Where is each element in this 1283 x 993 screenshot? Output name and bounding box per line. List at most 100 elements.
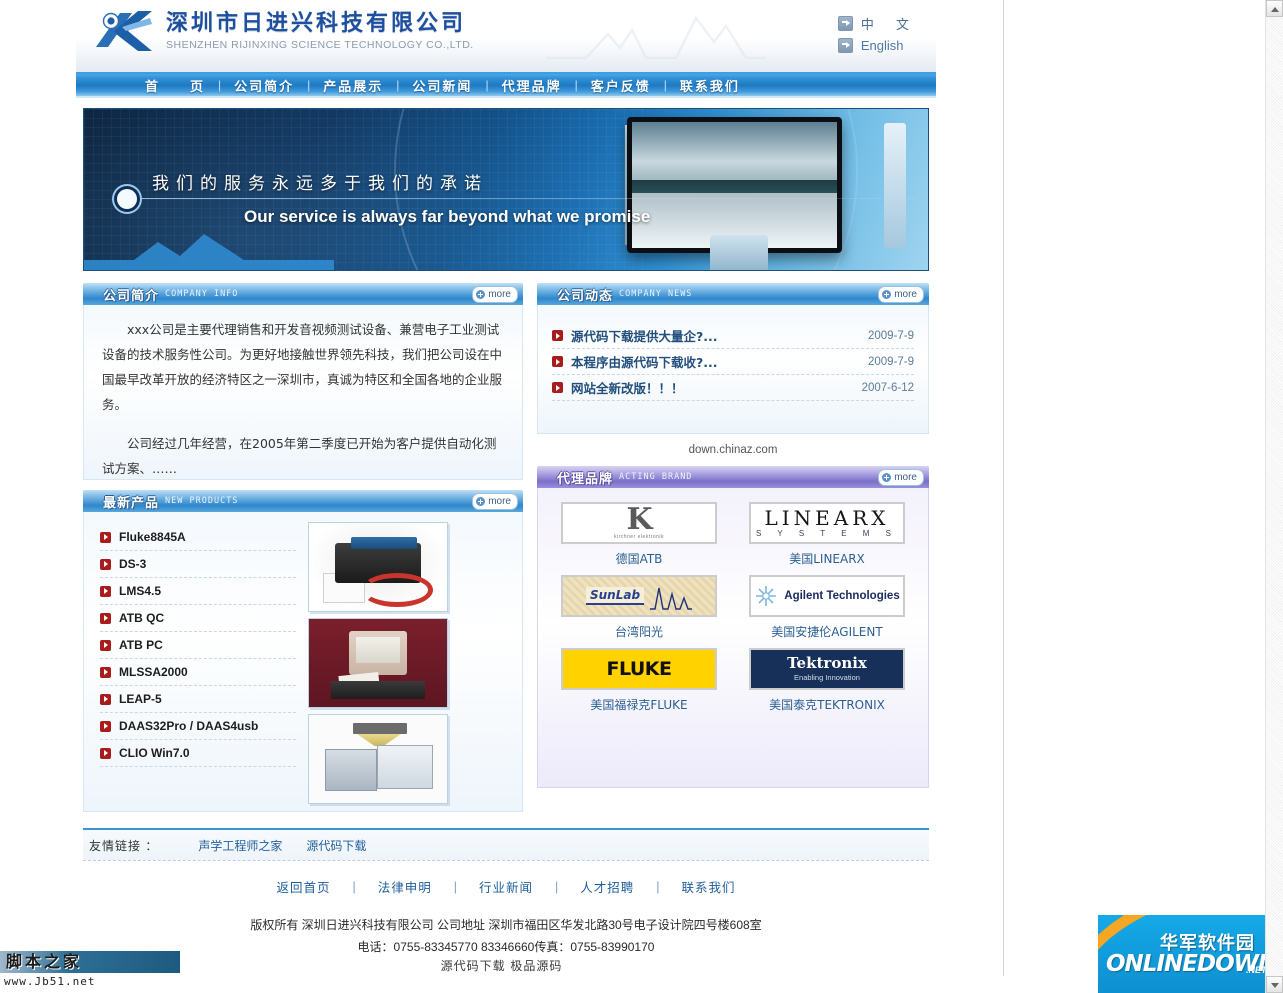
product-item-name[interactable]: ATB QC xyxy=(119,611,164,625)
panel-new-products: 最新产品 NEW PRODUCTS more Fluke8845A DS-3 LMS… xyxy=(83,490,523,812)
scroll-up-button[interactable] xyxy=(1266,0,1283,17)
banner-slogan-cn: 我们的服务永远多于我们的承诺 xyxy=(152,174,488,194)
brand-item-fluke[interactable]: FLUKE 美国福禄克FLUKE xyxy=(552,648,726,713)
news-item-title[interactable]: 网站全新改版！！！ xyxy=(571,378,684,397)
arrow-right-icon xyxy=(100,558,111,570)
footer-nav-item-1[interactable]: 返回首页 xyxy=(254,877,352,896)
footer-nav-item-3[interactable]: 行业新闻 xyxy=(457,877,555,896)
agilent-logo-text: Agilent Technologies xyxy=(784,590,900,602)
footer-nav-item-4[interactable]: 人才招聘 xyxy=(558,877,656,896)
product-item[interactable]: Fluke8845A xyxy=(100,524,296,551)
product-item-name[interactable]: ATB PC xyxy=(119,638,163,652)
nav-item-6[interactable]: 客户反馈 xyxy=(578,76,664,95)
agilent-spark-icon xyxy=(756,586,777,606)
atb-logo-icon: K kirchner elektronik xyxy=(561,502,717,544)
linearx-logo-icon: LINEARX S Y S T E M S xyxy=(749,502,905,544)
company-info-more-button[interactable]: more xyxy=(472,286,518,303)
news-item[interactable]: 本程序由源代码下载收?... 2009-7-9 xyxy=(552,349,914,375)
brand-label[interactable]: 美国安捷伦AGILENT xyxy=(740,623,914,640)
product-item-name[interactable]: LEAP-5 xyxy=(119,692,162,706)
main-content: 公司简介 COMPANY INFO more xxx公司是主要代理销售和开发音视… xyxy=(83,283,929,822)
panel-title-cn: 公司动态 xyxy=(557,288,614,304)
arrow-right-icon xyxy=(100,747,111,759)
company-logo-icon xyxy=(96,11,152,51)
company-news-more-button[interactable]: more xyxy=(878,286,924,303)
brand-label[interactable]: 台湾阳光 xyxy=(552,623,726,640)
brand-label[interactable]: 美国泰克TEKTRONIX xyxy=(740,696,914,713)
product-item[interactable]: LEAP-5 xyxy=(100,686,296,713)
brand-label[interactable]: 美国福禄克FLUKE xyxy=(552,696,726,713)
news-item-title[interactable]: 源代码下载提供大量企?... xyxy=(571,326,718,345)
lang-label-chinese: 中 文 xyxy=(860,18,918,33)
product-item-name[interactable]: DS-3 xyxy=(119,557,146,571)
nav-item-2[interactable]: 公司简介 xyxy=(221,76,307,95)
onlinedown-watermark-net: .NET xyxy=(1246,965,1267,975)
product-item-name[interactable]: CLIO Win7.0 xyxy=(119,746,190,760)
product-item[interactable]: ATB QC xyxy=(100,605,296,632)
more-label: more xyxy=(894,289,917,300)
product-thumbnail[interactable] xyxy=(308,522,448,612)
lang-label-english: English xyxy=(860,38,904,53)
acting-brand-more-button[interactable]: more xyxy=(878,469,924,486)
news-item[interactable]: 源代码下载提供大量企?... 2009-7-9 xyxy=(552,323,914,349)
company-intro-paragraph-1: xxx公司是主要代理销售和开发音视频测试设备、兼营电子工业测试设备的技术服务性公… xyxy=(102,322,503,412)
site-logo[interactable]: 深圳市日进兴科技有限公司 SHENZHEN RIJINXING SCIENCE … xyxy=(94,7,474,55)
news-item[interactable]: 网站全新改版！！！ 2007-6-12 xyxy=(552,375,914,401)
footer-nav-item-5[interactable]: 联系我们 xyxy=(660,877,758,896)
panel-company-news-header: 公司动态 COMPANY NEWS more xyxy=(537,283,929,305)
panel-company-news: 公司动态 COMPANY NEWS more 源代码下载提供大量企?... 200… xyxy=(537,283,929,456)
content-right-column: 公司动态 COMPANY NEWS more 源代码下载提供大量企?... 200… xyxy=(537,283,929,822)
product-item[interactable]: ATB PC xyxy=(100,632,296,659)
lang-option-chinese[interactable]: 中 文 xyxy=(837,14,918,33)
friend-link[interactable]: 源代码下载 xyxy=(306,837,366,854)
arrow-right-icon xyxy=(100,585,111,597)
atb-logo-sub: kirchner elektronik xyxy=(613,534,665,540)
nav-item-5[interactable]: 代理品牌 xyxy=(489,76,575,95)
product-item[interactable]: LMS4.5 xyxy=(100,578,296,605)
news-list: 源代码下载提供大量企?... 2009-7-9 本程序由源代码下载收?... 2009… xyxy=(552,323,914,401)
site-container: 深圳市日进兴科技有限公司 SHENZHEN RIJINXING SCIENCE … xyxy=(76,0,936,976)
panel-title-cn: 公司简介 xyxy=(103,288,160,304)
brand-item-sunlab[interactable]: SunLab 台湾阳光 xyxy=(552,575,726,640)
scroll-down-button[interactable] xyxy=(1266,976,1283,993)
lang-option-english[interactable]: English xyxy=(837,38,918,53)
company-name-en: SHENZHEN RIJINXING SCIENCE TECHNOLOGY CO… xyxy=(166,38,474,51)
main-navigation: 首 页 | 公司简介 | 产品展示 | 公司新闻 | 代理品牌 | 客户反馈 | 联系我们 xyxy=(76,72,936,98)
brand-label[interactable]: 美国LINEARX xyxy=(740,550,914,567)
product-thumbnail[interactable] xyxy=(308,714,448,804)
company-intro-paragraph-2: 公司经过几年经营，在2005年第二季度已开始为客户提供自动化测试方案、…… xyxy=(102,436,497,476)
tektronix-logo-sub: Enabling Innovation xyxy=(794,673,860,682)
product-item-name[interactable]: MLSSA2000 xyxy=(119,665,188,679)
new-products-more-button[interactable]: more xyxy=(472,493,518,510)
product-item[interactable]: CLIO Win7.0 xyxy=(100,740,296,767)
news-item-title[interactable]: 本程序由源代码下载收?... xyxy=(571,352,718,371)
product-item[interactable]: DAAS32Pro / DAAS4usb xyxy=(100,713,296,740)
product-list: Fluke8845A DS-3 LMS4.5 ATB QC ATB PC MLSSA200… xyxy=(94,520,296,804)
panel-company-info: 公司简介 COMPANY INFO more xxx公司是主要代理销售和开发音视… xyxy=(83,283,523,480)
product-thumbnail[interactable] xyxy=(308,618,448,708)
brand-item-agilent[interactable]: Agilent Technologies 美国安捷伦AGILENT xyxy=(740,575,914,640)
panel-acting-brand-body: K kirchner elektronik 德国ATB LINEARX S Y … xyxy=(537,488,929,788)
nav-item-7[interactable]: 联系我们 xyxy=(667,76,753,95)
brand-item-tektronix[interactable]: Tektronix Enabling Innovation 美国泰克TEKTRO… xyxy=(740,648,914,713)
friend-link[interactable]: 声学工程师之家 xyxy=(198,837,282,854)
plus-icon xyxy=(476,497,486,506)
brand-item-linearx[interactable]: LINEARX S Y S T E M S 美国LINEARX xyxy=(740,502,914,567)
footer-nav-item-2[interactable]: 法律申明 xyxy=(356,877,454,896)
nav-item-1[interactable]: 首 页 xyxy=(132,76,218,95)
mountain-decor-icon xyxy=(546,15,766,60)
product-item-name[interactable]: DAAS32Pro / DAAS4usb xyxy=(119,719,258,733)
product-item-name[interactable]: Fluke8845A xyxy=(119,530,186,544)
more-label: more xyxy=(488,496,511,507)
brand-label[interactable]: 德国ATB xyxy=(552,550,726,567)
nav-item-4[interactable]: 公司新闻 xyxy=(399,76,485,95)
product-item[interactable]: DS-3 xyxy=(100,551,296,578)
nav-item-3[interactable]: 产品展示 xyxy=(310,76,396,95)
brand-item-atb[interactable]: K kirchner elektronik 德国ATB xyxy=(552,502,726,567)
banner-bullet-icon xyxy=(117,189,137,209)
arrow-right-icon xyxy=(552,356,563,367)
panel-title-en: NEW PRODUCTS xyxy=(165,496,239,506)
vertical-scrollbar[interactable] xyxy=(1265,0,1283,993)
product-item-name[interactable]: LMS4.5 xyxy=(119,584,161,598)
product-item[interactable]: MLSSA2000 xyxy=(100,659,296,686)
